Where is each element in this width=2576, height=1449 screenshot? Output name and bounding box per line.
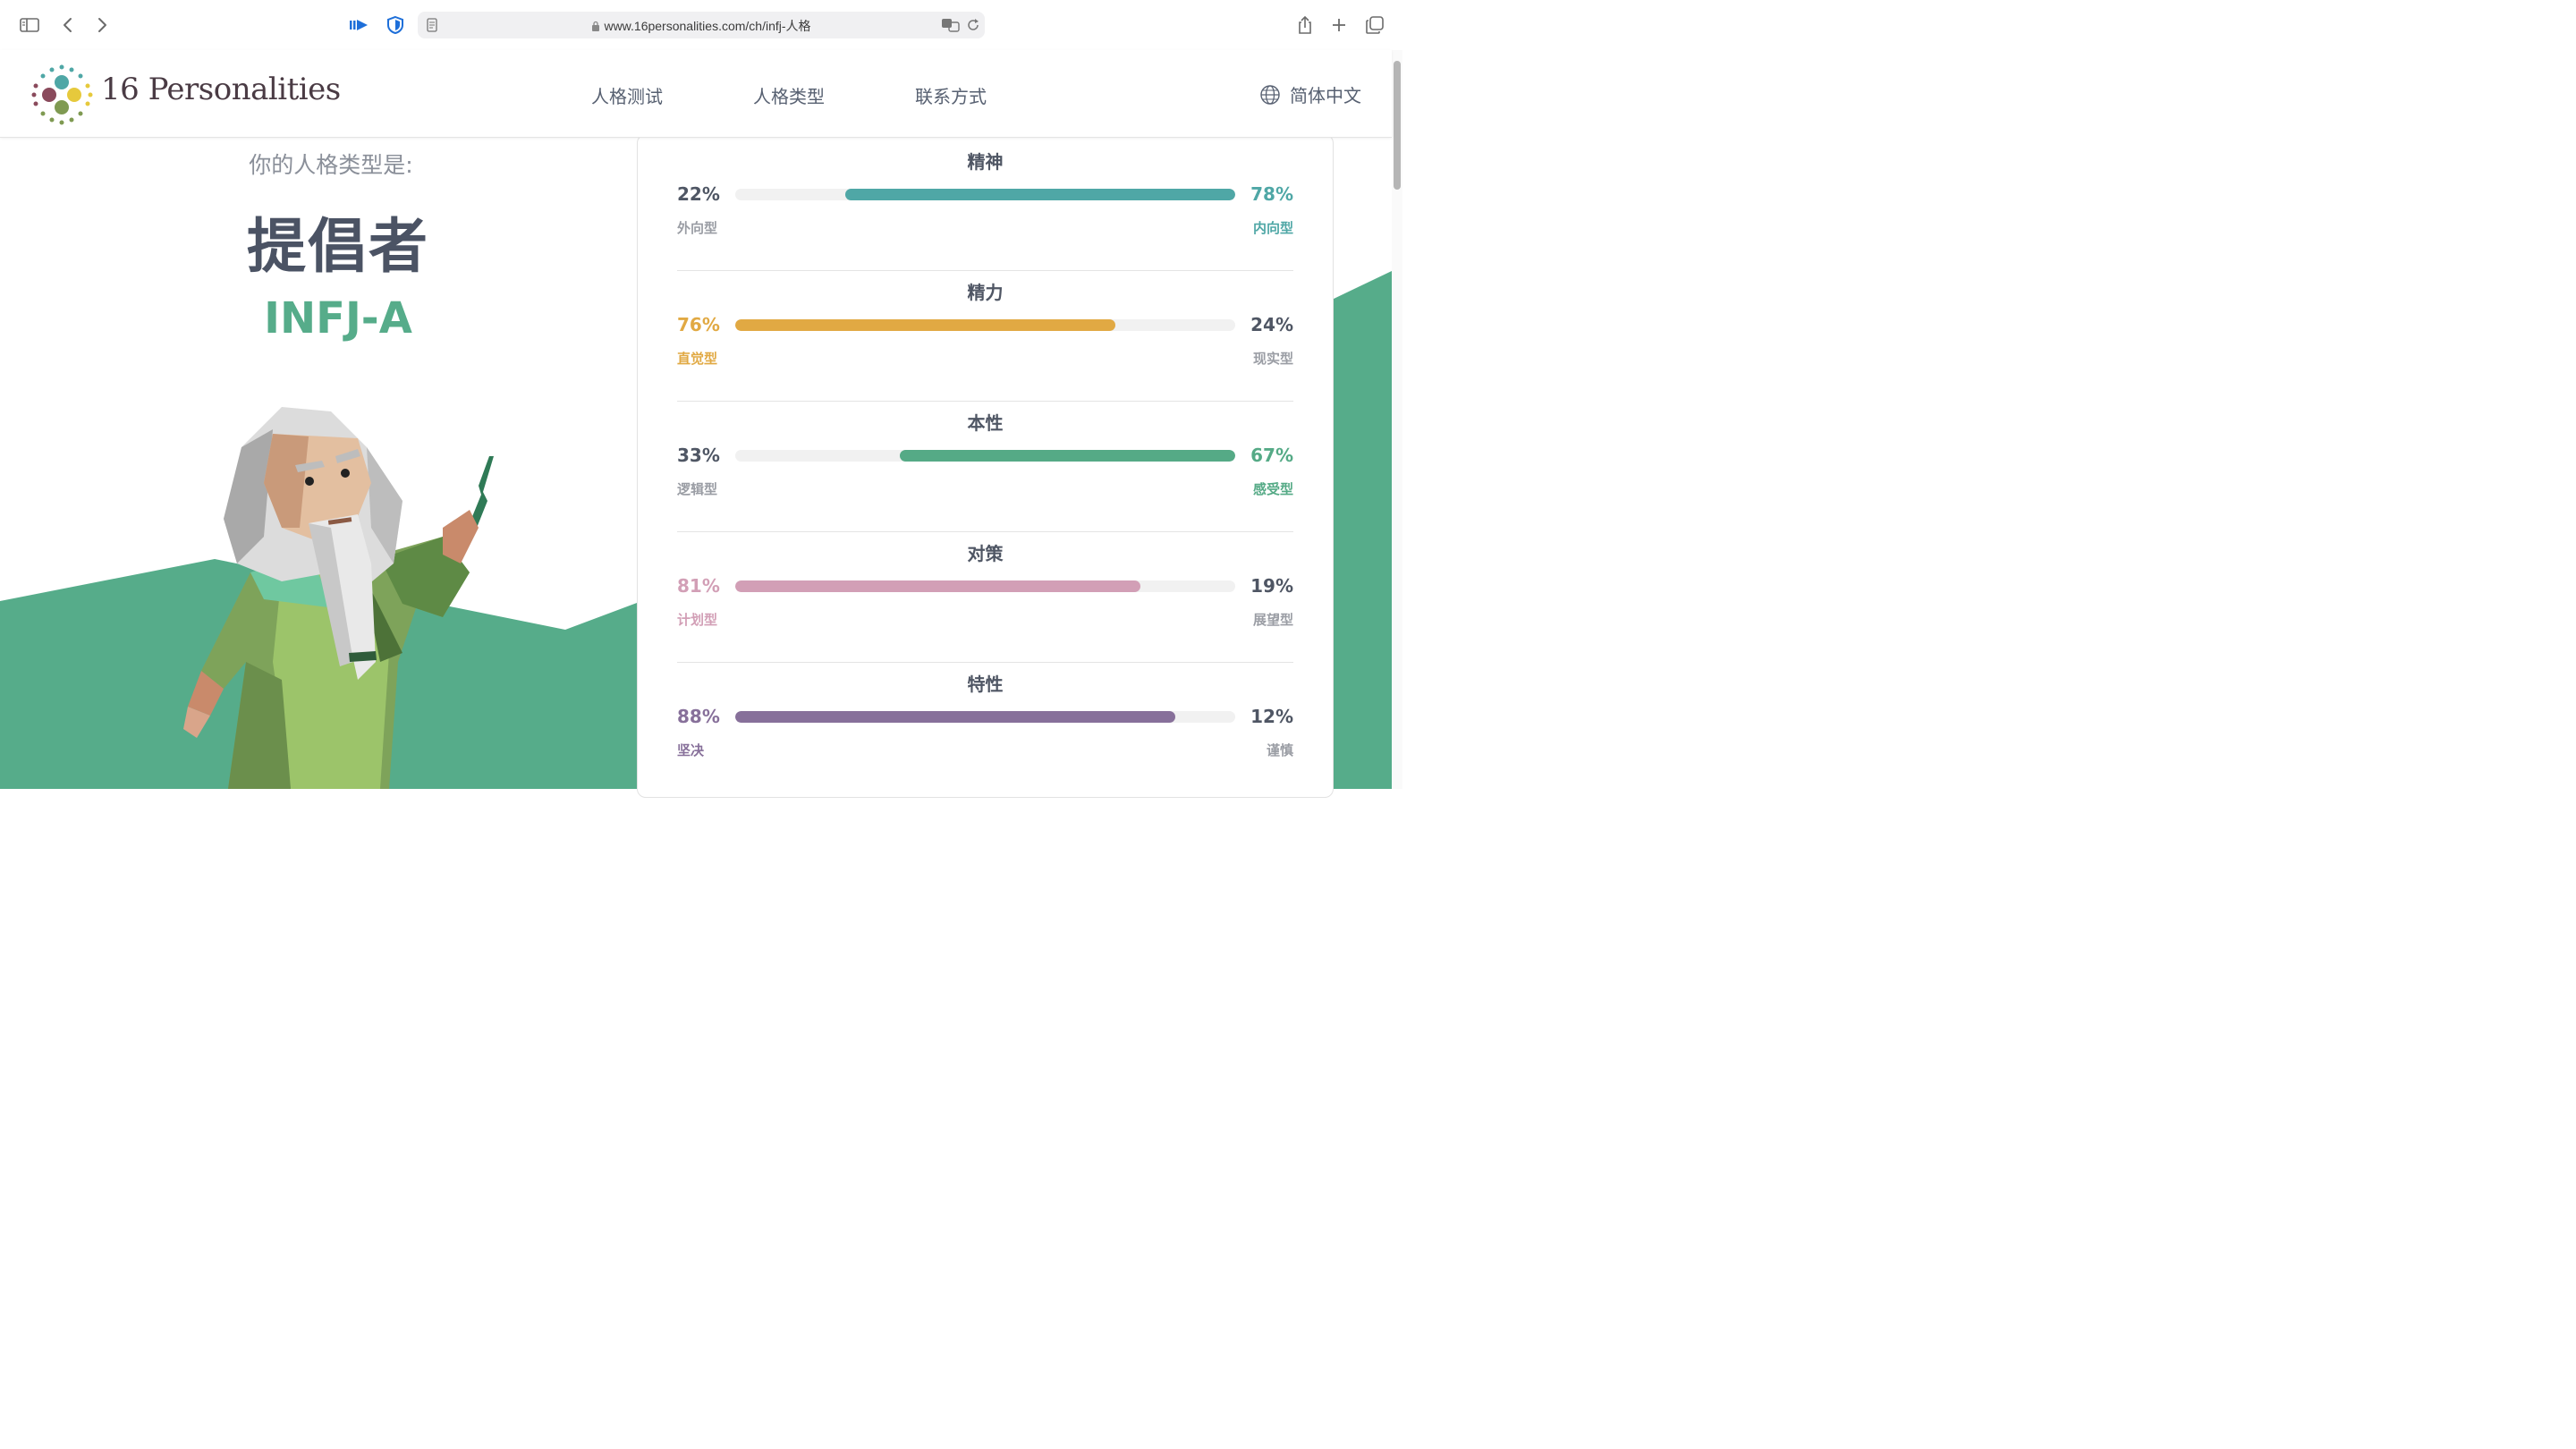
site-header: 16 Personalities 人格测试 人格类型 联系方式 简体中文 bbox=[0, 50, 1392, 138]
trait-nature: 本性 33% 67% 逻辑型 感受型 bbox=[677, 402, 1293, 532]
trait-tactics: 对策 81% 19% 计划型 展望型 bbox=[677, 532, 1293, 663]
trait-right-label: 现实型 bbox=[1252, 351, 1293, 367]
nav-personality-types[interactable]: 人格类型 bbox=[753, 82, 825, 108]
trait-right-percent: 78% bbox=[1250, 183, 1293, 205]
trait-bar-fill bbox=[735, 319, 1115, 331]
trait-right-percent: 12% bbox=[1250, 706, 1293, 727]
trait-right-label: 内向型 bbox=[1252, 220, 1293, 236]
trait-bar-fill bbox=[900, 450, 1235, 462]
trait-right-label: 谨慎 bbox=[1266, 742, 1293, 758]
trait-left-label: 逻辑型 bbox=[677, 481, 718, 497]
trait-identity: 特性 88% 12% 坚决 谨慎 bbox=[677, 663, 1293, 793]
trait-bar bbox=[735, 580, 1235, 592]
trait-left-percent: 88% bbox=[677, 706, 720, 727]
trait-title: 本性 bbox=[967, 412, 1004, 434]
nav-contact[interactable]: 联系方式 bbox=[915, 82, 987, 108]
trait-left-label: 计划型 bbox=[677, 612, 718, 628]
result-intro: 你的人格类型是: bbox=[249, 152, 413, 178]
trait-left-percent: 76% bbox=[677, 314, 720, 335]
trait-mind: 精神 22% 78% 外向型 内向型 bbox=[677, 140, 1293, 271]
trait-title: 精神 bbox=[967, 151, 1004, 173]
trait-bar bbox=[735, 450, 1235, 462]
trait-left-label: 外向型 bbox=[677, 220, 718, 236]
trait-title: 对策 bbox=[967, 543, 1004, 564]
trait-left-label: 坚决 bbox=[677, 742, 705, 758]
trait-left-percent: 81% bbox=[677, 575, 720, 597]
trait-bar-fill bbox=[735, 711, 1175, 723]
language-label: 简体中文 bbox=[1290, 85, 1361, 106]
trait-title: 特性 bbox=[967, 674, 1004, 695]
scrollbar-thumb[interactable] bbox=[1394, 61, 1401, 190]
trait-bar bbox=[735, 319, 1235, 331]
trait-bar bbox=[735, 189, 1235, 200]
trait-right-percent: 24% bbox=[1250, 314, 1293, 335]
trait-energy: 精力 76% 24% 直觉型 现实型 bbox=[677, 271, 1293, 402]
trait-left-percent: 22% bbox=[677, 183, 720, 205]
trait-right-percent: 67% bbox=[1250, 445, 1293, 466]
advocate-character-illustration bbox=[183, 407, 494, 789]
globe-icon bbox=[1260, 84, 1280, 105]
trait-left-percent: 33% bbox=[677, 445, 720, 466]
logo-icon[interactable] bbox=[30, 63, 95, 127]
traits-card: 精神 22% 78% 外向型 内向型 精力 76% 24% 直觉型 现实型 本性… bbox=[637, 134, 1334, 798]
trait-right-percent: 19% bbox=[1250, 575, 1293, 597]
trait-title: 精力 bbox=[967, 282, 1004, 303]
type-code: INFJ-A bbox=[264, 293, 412, 343]
trait-right-label: 感受型 bbox=[1252, 481, 1293, 497]
language-selector[interactable]: 简体中文 bbox=[1259, 81, 1361, 107]
nav-personality-test[interactable]: 人格测试 bbox=[591, 82, 663, 108]
trait-bar bbox=[735, 711, 1235, 723]
trait-left-label: 直觉型 bbox=[677, 351, 718, 367]
trait-bar-fill bbox=[735, 580, 1140, 592]
type-name: 提倡者 bbox=[247, 212, 429, 281]
trait-bar-fill bbox=[844, 189, 1235, 200]
logo-text[interactable]: 16 Personalities bbox=[101, 72, 341, 107]
trait-right-label: 展望型 bbox=[1252, 612, 1293, 628]
